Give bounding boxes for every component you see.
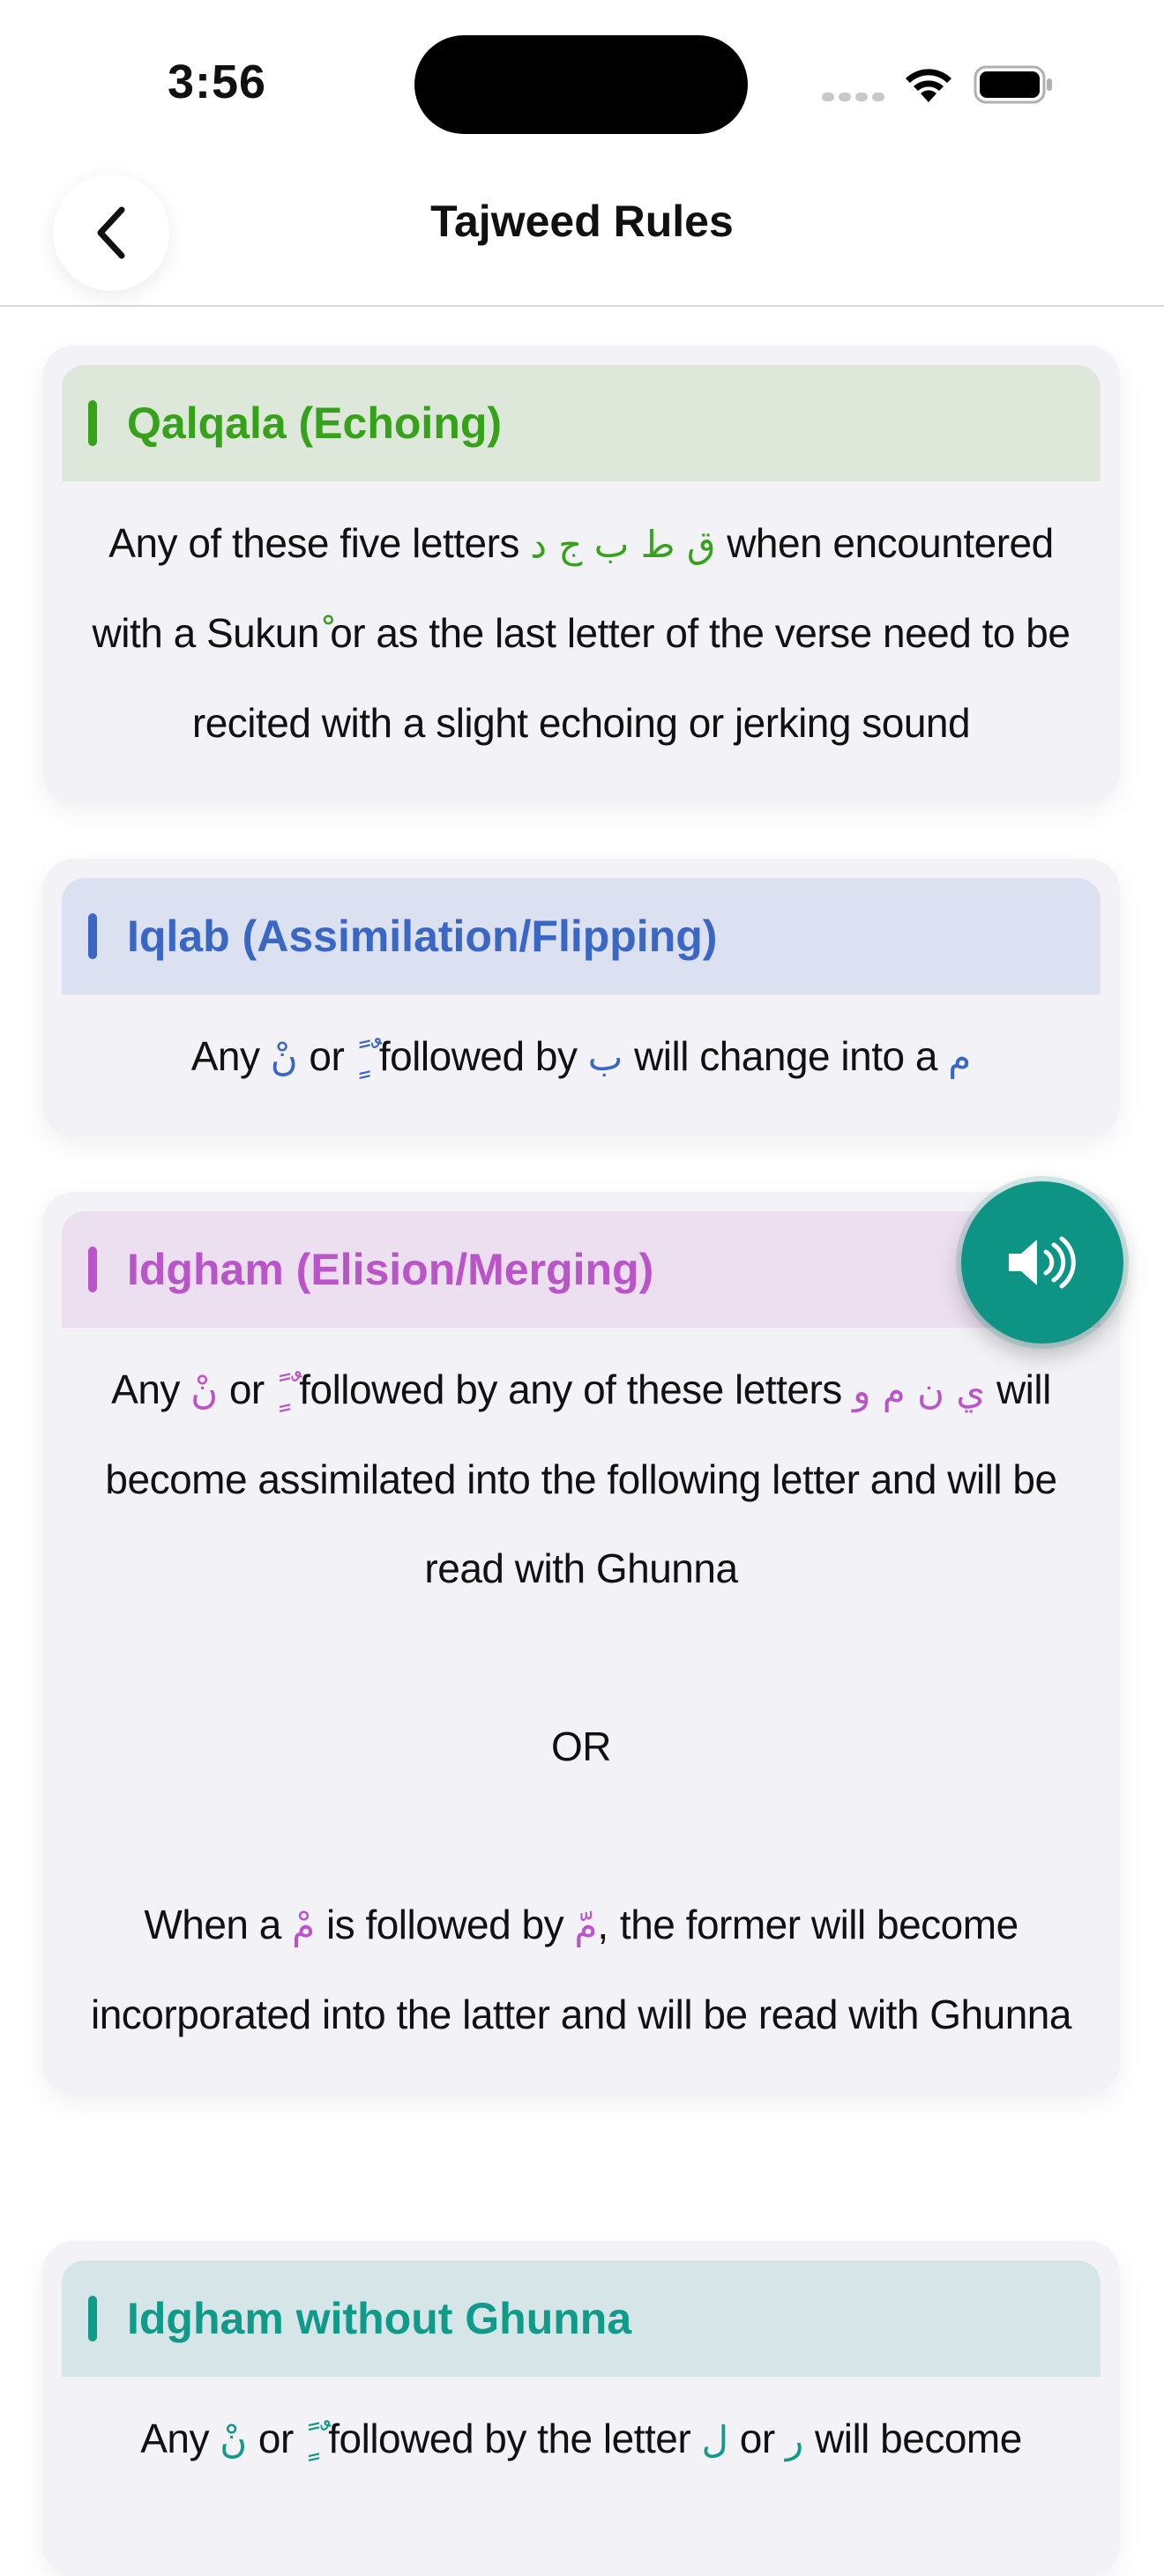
speaker-icon: [1009, 1236, 1076, 1289]
arabic-letter: مْ: [292, 1904, 316, 1947]
arabic-letter: نْ: [270, 1036, 298, 1079]
rule-description: Any نْ or ً ٍ ٌfollowed by ب will change…: [190, 1033, 972, 1079]
arabic-letter: ر: [785, 2418, 804, 2461]
rule-card-idgham[interactable]: Idgham (Elision/Merging) Any نْ or ً ٍ ٌ…: [42, 1192, 1120, 2095]
dynamic-island: [414, 35, 748, 134]
arabic-letters: ق ط ب ج د: [530, 523, 716, 566]
status-bar: 3:56: [0, 0, 1164, 150]
rule-title: Qalqala (Echoing): [127, 398, 503, 448]
arabic-letter: ل: [701, 2418, 728, 2461]
accent-bar: [88, 913, 97, 959]
rule-header-qalqala: Qalqala (Echoing): [62, 365, 1101, 481]
status-time: 3:56: [168, 56, 267, 108]
arabic-letter: م: [948, 1036, 972, 1079]
rule-header-iqlab: Iqlab (Assimilation/Flipping): [62, 878, 1101, 994]
arabic-letter: نْ: [190, 1369, 219, 1412]
arabic-letter: نْ: [220, 2418, 248, 2461]
rule-description: Any نْ or ً ٍ ٌfollowed by the letter ل …: [140, 2416, 1022, 2461]
rule-description: Any of these five letters ق ط ب ج د when…: [92, 520, 1071, 746]
page-title: Tajweed Rules: [430, 197, 734, 246]
rule-title: Idgham (Elision/Merging): [127, 1245, 654, 1294]
rule-card-qalqala[interactable]: Qalqala (Echoing) Any of these five lett…: [42, 346, 1120, 803]
tanween-marks: ً ٍ ٌ: [275, 1369, 300, 1412]
wifi-icon: [901, 63, 956, 108]
tanween-marks: ً ٍ ٌ: [304, 2418, 329, 2461]
rule-card-idgham-without-ghunna[interactable]: Idgham without Ghunna Any نْ or ً ٍ ٌfol…: [42, 2241, 1120, 2576]
accent-bar: [88, 2296, 97, 2341]
rule-header-idgham-without-ghunna: Idgham without Ghunna: [62, 2260, 1101, 2377]
rule-description: Any نْ or ً ٍ ٌfollowed by any of these …: [62, 1328, 1101, 2059]
arabic-letters: ي ن م و: [853, 1369, 986, 1412]
cellular-signal-icon: [822, 90, 889, 106]
arabic-letter: ب: [587, 1036, 623, 1079]
arabic-letter: مّ: [574, 1904, 598, 1947]
rule-card-iqlab[interactable]: Iqlab (Assimilation/Flipping) Any نْ or …: [42, 859, 1120, 1137]
tanween-marks: ً ٍ ٌ: [355, 1036, 379, 1079]
accent-bar: [88, 400, 97, 446]
rule-title: Idgham without Ghunna: [127, 2294, 632, 2343]
rule-header-idgham: Idgham (Elision/Merging): [62, 1211, 1101, 1328]
accent-bar: [88, 1247, 97, 1292]
battery-icon: [974, 65, 1055, 108]
rule-title: Iqlab (Assimilation/Flipping): [127, 912, 718, 961]
or-separator: OR: [551, 1724, 612, 1769]
play-audio-button[interactable]: [961, 1181, 1123, 1344]
navigation-bar: Tajweed Rules: [0, 150, 1164, 307]
